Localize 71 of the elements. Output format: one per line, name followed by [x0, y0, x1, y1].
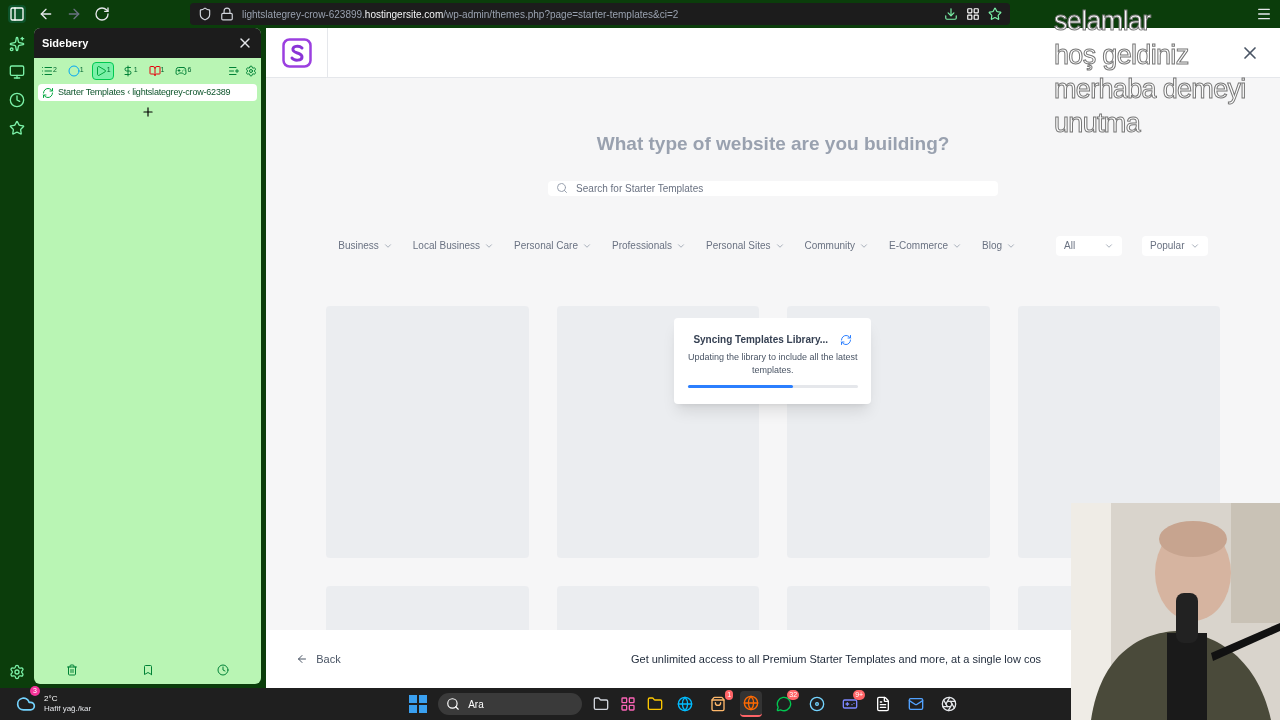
list-icon — [40, 65, 53, 77]
category-tab[interactable]: Blog — [982, 238, 1016, 253]
grid-icon[interactable] — [966, 7, 980, 21]
forward-icon[interactable] — [66, 6, 82, 22]
overlay-text: merhaba demeyi — [1054, 73, 1246, 106]
tab-item[interactable]: Starter Templates ‹ lightslategrey-crow-62389 — [37, 84, 258, 101]
category-tab[interactable]: Community — [804, 238, 870, 253]
mail-icon — [908, 696, 925, 712]
new-list-icon[interactable] — [228, 65, 241, 77]
star-icon[interactable] — [988, 7, 1002, 21]
monitor-icon[interactable] — [8, 64, 25, 80]
arrow-left-icon — [296, 653, 309, 665]
search-icon — [556, 182, 569, 194]
search-field[interactable]: Search for Starter Templates — [548, 180, 999, 196]
category-tab[interactable]: Local Business — [412, 238, 495, 253]
lock-icon — [220, 7, 234, 21]
globe-icon — [677, 696, 694, 712]
download-icon[interactable] — [944, 7, 958, 21]
menu-icon[interactable] — [1256, 6, 1272, 22]
logo-icon — [281, 37, 312, 68]
back-button[interactable]: Back — [296, 650, 341, 668]
gamepad-icon — [175, 65, 188, 77]
category-tab[interactable]: E-Commerce — [889, 238, 962, 253]
settings-icon[interactable] — [8, 664, 25, 680]
play-icon — [94, 65, 107, 77]
modal-text: Updating the library to include all the latest templates. — [687, 351, 858, 377]
category-tab[interactable]: Business — [338, 238, 393, 253]
overlay-text: hoş geldiniz — [1054, 39, 1190, 72]
chat-icon — [776, 696, 793, 712]
apps-icon[interactable] — [620, 696, 637, 712]
gamepad-icon — [842, 696, 859, 712]
trash-icon[interactable] — [65, 664, 78, 676]
url-text: lightslategrey-crow-623899.hostingersite.com/wp-admin/themes.php?page=starter-templates&ci=2 — [242, 7, 679, 22]
folder-icon[interactable] — [647, 696, 664, 712]
weather-text: Hafif yağ./kar — [44, 704, 92, 714]
modal-title: Syncing Templates Library... — [693, 333, 829, 347]
search-icon — [446, 697, 461, 711]
category-tab[interactable]: Personal Sites — [706, 238, 785, 253]
address-bar[interactable]: lightslategrey-crow-623899.hostingersite.com/wp-admin/themes.php?page=starter-templates&ci=2 — [190, 3, 1010, 25]
taskbar-search[interactable]: Ara — [438, 693, 583, 715]
dollar-icon — [121, 65, 134, 77]
folder-icon[interactable] — [593, 696, 610, 712]
taskbar-app[interactable] — [740, 691, 763, 717]
back-icon[interactable] — [38, 6, 54, 22]
filter-dropdown[interactable]: Popular — [1142, 235, 1208, 256]
weather-icon[interactable] — [16, 694, 36, 714]
loading-icon — [41, 86, 54, 99]
star-icon[interactable] — [8, 120, 25, 136]
sidebar-toggle-icon[interactable] — [8, 5, 26, 23]
promo-text: Get unlimited access to all Premium Starter Templates and more, at a single low cos — [630, 651, 1041, 667]
disc-icon — [809, 696, 826, 712]
panel-title: Sidebery — [41, 35, 89, 51]
shield-icon — [198, 7, 212, 21]
windows-logo-icon[interactable] — [409, 695, 428, 713]
category-tab[interactable]: Personal Care — [514, 238, 592, 253]
bookmark-icon[interactable] — [141, 664, 154, 676]
overlay-text: unutma — [1054, 107, 1143, 140]
globe-icon — [743, 695, 760, 711]
page-heading: What type of website are you building? — [596, 132, 950, 156]
book-icon — [148, 65, 161, 77]
temperature-text: 2°C — [44, 694, 59, 704]
sparkles-icon[interactable] — [8, 36, 25, 52]
new-tab-icon[interactable] — [140, 105, 155, 119]
filter-dropdown[interactable]: All — [1056, 235, 1122, 256]
category-tab[interactable]: Professionals — [612, 238, 686, 253]
store-icon — [710, 696, 727, 712]
circle-icon — [67, 65, 80, 77]
document-icon — [875, 696, 892, 712]
aperture-icon — [941, 696, 958, 712]
sync-icon — [840, 333, 853, 346]
reload-icon[interactable] — [94, 6, 110, 22]
